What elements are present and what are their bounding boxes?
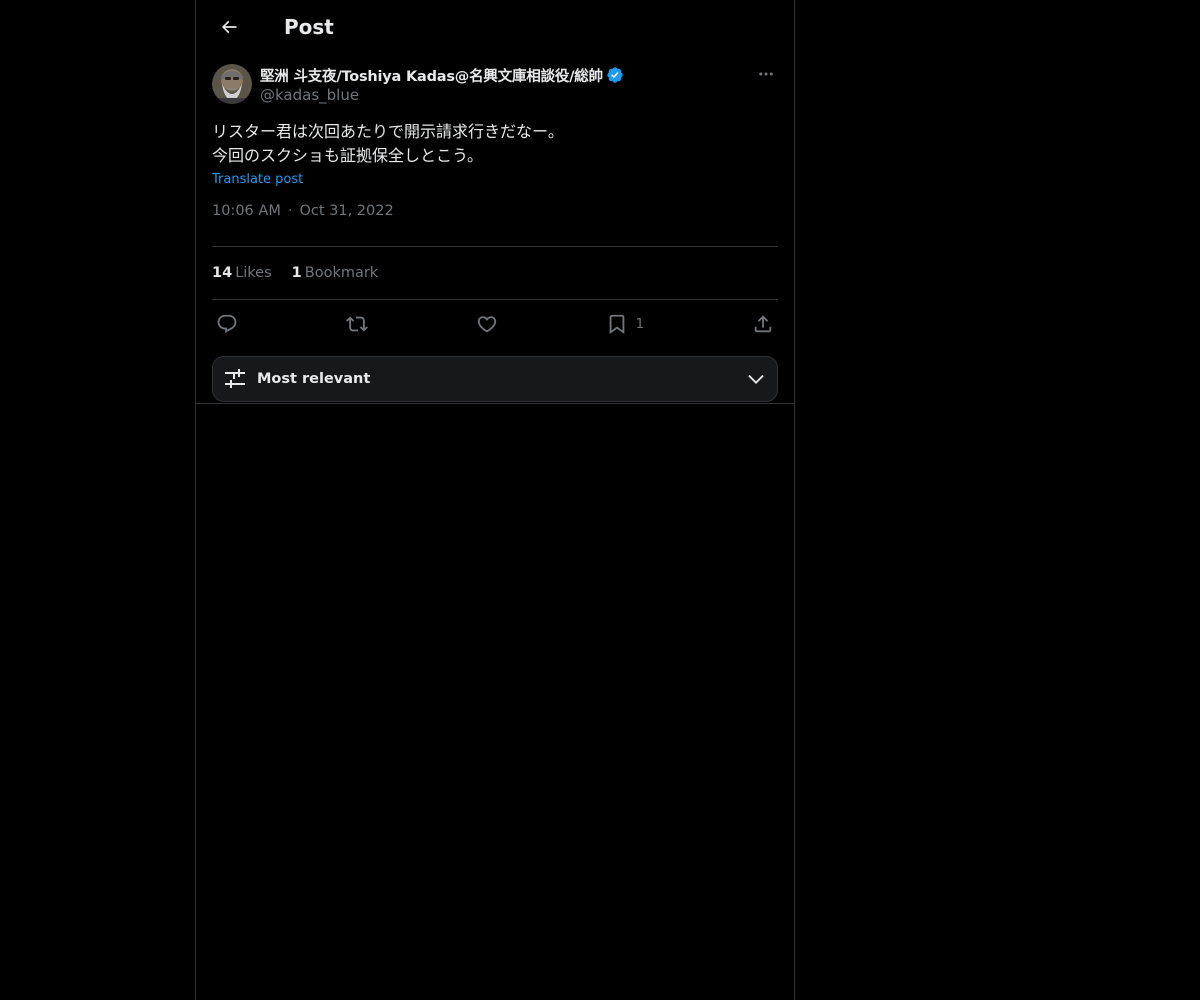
name-line: 堅洲 斗支夜/Toshiya Kadas@名興文庫相談役/総帥 <box>260 64 624 86</box>
reply-button[interactable] <box>216 313 238 335</box>
post-date[interactable]: Oct 31, 2022 <box>299 203 393 219</box>
section-divider <box>196 403 794 404</box>
bookmarks-stat[interactable]: 1 Bookmark <box>292 265 379 281</box>
repost-button[interactable] <box>345 313 368 335</box>
bookmark-icon <box>609 314 625 335</box>
author-handle[interactable]: @kadas_blue <box>260 86 624 104</box>
likes-label: Likes <box>235 265 272 281</box>
heart-icon <box>477 316 497 333</box>
repost-icon <box>345 316 368 332</box>
main-column: Post 堅洲 斗支夜/Toshiya Kadas@名興文庫相談役/総帥 @ka… <box>195 0 795 1000</box>
more-options-button[interactable] <box>754 62 778 86</box>
like-button[interactable] <box>476 313 498 335</box>
bookmarks-label: Bookmark <box>304 265 379 281</box>
post-text: リスター君は次回あたりで開示請求行きだなー。 今回のスクショも証拠保全しとこう。 <box>212 122 564 165</box>
share-icon <box>754 315 772 333</box>
post-time[interactable]: 10:06 AM <box>212 203 281 219</box>
likes-stat[interactable]: 14 Likes <box>212 265 272 281</box>
sort-label: Most relevant <box>257 371 371 387</box>
arrow-left-icon <box>221 20 237 34</box>
page-header: Post <box>196 0 794 54</box>
likes-count: 14 <box>212 265 233 281</box>
filter-sliders-icon <box>225 369 245 388</box>
back-button[interactable] <box>212 10 246 44</box>
more-horizontal-icon <box>759 72 773 76</box>
avatar[interactable] <box>212 64 252 104</box>
translate-post-link[interactable]: Translate post <box>212 172 303 187</box>
post-actions: 1 <box>212 300 778 348</box>
author-display-name[interactable]: 堅洲 斗支夜/Toshiya Kadas@名興文庫相談役/総帥 <box>260 65 603 86</box>
bookmark-button[interactable]: 1 <box>606 313 644 335</box>
reply-sort-dropdown[interactable]: Most relevant <box>212 356 778 402</box>
post-stats: 14 Likes 1 Bookmark <box>212 247 778 300</box>
verified-badge-icon[interactable] <box>606 66 624 84</box>
share-button[interactable] <box>752 313 774 335</box>
avatar-image <box>212 64 252 104</box>
reply-icon <box>217 314 237 333</box>
bookmark-action-count: 1 <box>635 316 645 332</box>
chevron-down-icon <box>748 374 764 384</box>
author-row: 堅洲 斗支夜/Toshiya Kadas@名興文庫相談役/総帥 @kadas_b… <box>212 64 778 110</box>
page-title: Post <box>284 15 334 39</box>
author-meta: 堅洲 斗支夜/Toshiya Kadas@名興文庫相談役/総帥 @kadas_b… <box>260 64 624 104</box>
timestamp-separator: · <box>287 203 293 219</box>
post: 堅洲 斗支夜/Toshiya Kadas@名興文庫相談役/総帥 @kadas_b… <box>196 54 794 402</box>
bookmarks-count: 1 <box>291 265 302 281</box>
post-timestamp: 10:06 AM · Oct 31, 2022 <box>212 201 778 247</box>
